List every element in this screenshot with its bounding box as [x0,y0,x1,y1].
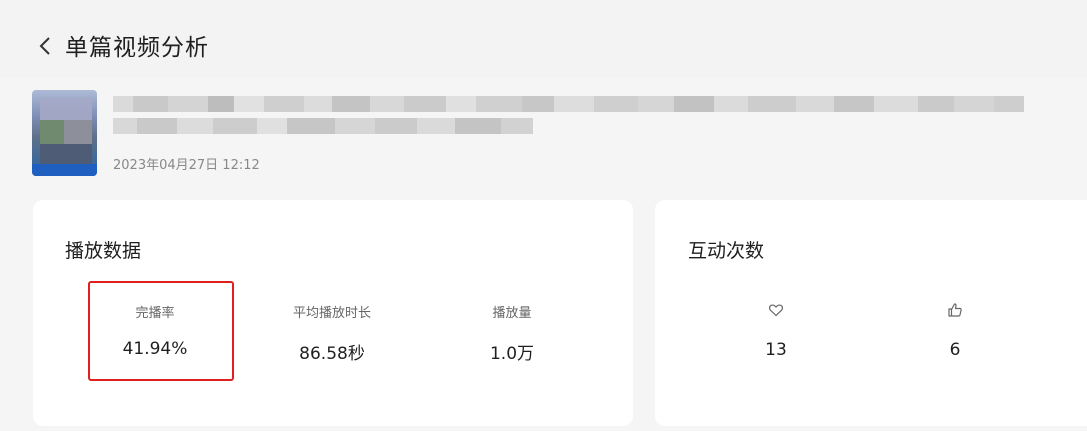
interaction-card [655,200,1087,426]
video-title-blurred-line-1 [113,96,1085,112]
thumbs-up-icon [948,303,962,317]
avg-play-duration-metric: 平均播放时长 86.58秒 [272,302,392,364]
metric-value: 86.58秒 [299,344,365,364]
heart-icon [768,304,784,317]
metric-label: 播放量 [492,306,532,321]
back-button[interactable] [36,34,56,58]
page-title: 单篇视频分析 [65,35,209,61]
highlight-annotation-box [88,281,234,381]
chevron-left-icon [39,37,50,55]
thumbs-up-metric: 6 [925,302,985,360]
likes-value: 13 [765,340,787,360]
play-count-metric: 播放量 1.0万 [452,302,572,364]
play-data-title: 播放数据 [65,240,142,262]
interaction-title: 互动次数 [688,240,765,262]
video-thumbnail[interactable] [32,90,97,176]
video-title-blurred-line-2 [113,118,533,134]
thumbs-up-value: 6 [949,340,961,360]
metric-label: 平均播放时长 [292,306,371,321]
publish-time: 2023年04月27日 12:12 [113,158,260,173]
likes-metric: 13 [746,302,806,360]
metric-value: 1.0万 [489,344,535,364]
top-bar: 单篇视频分析 [0,0,1087,78]
